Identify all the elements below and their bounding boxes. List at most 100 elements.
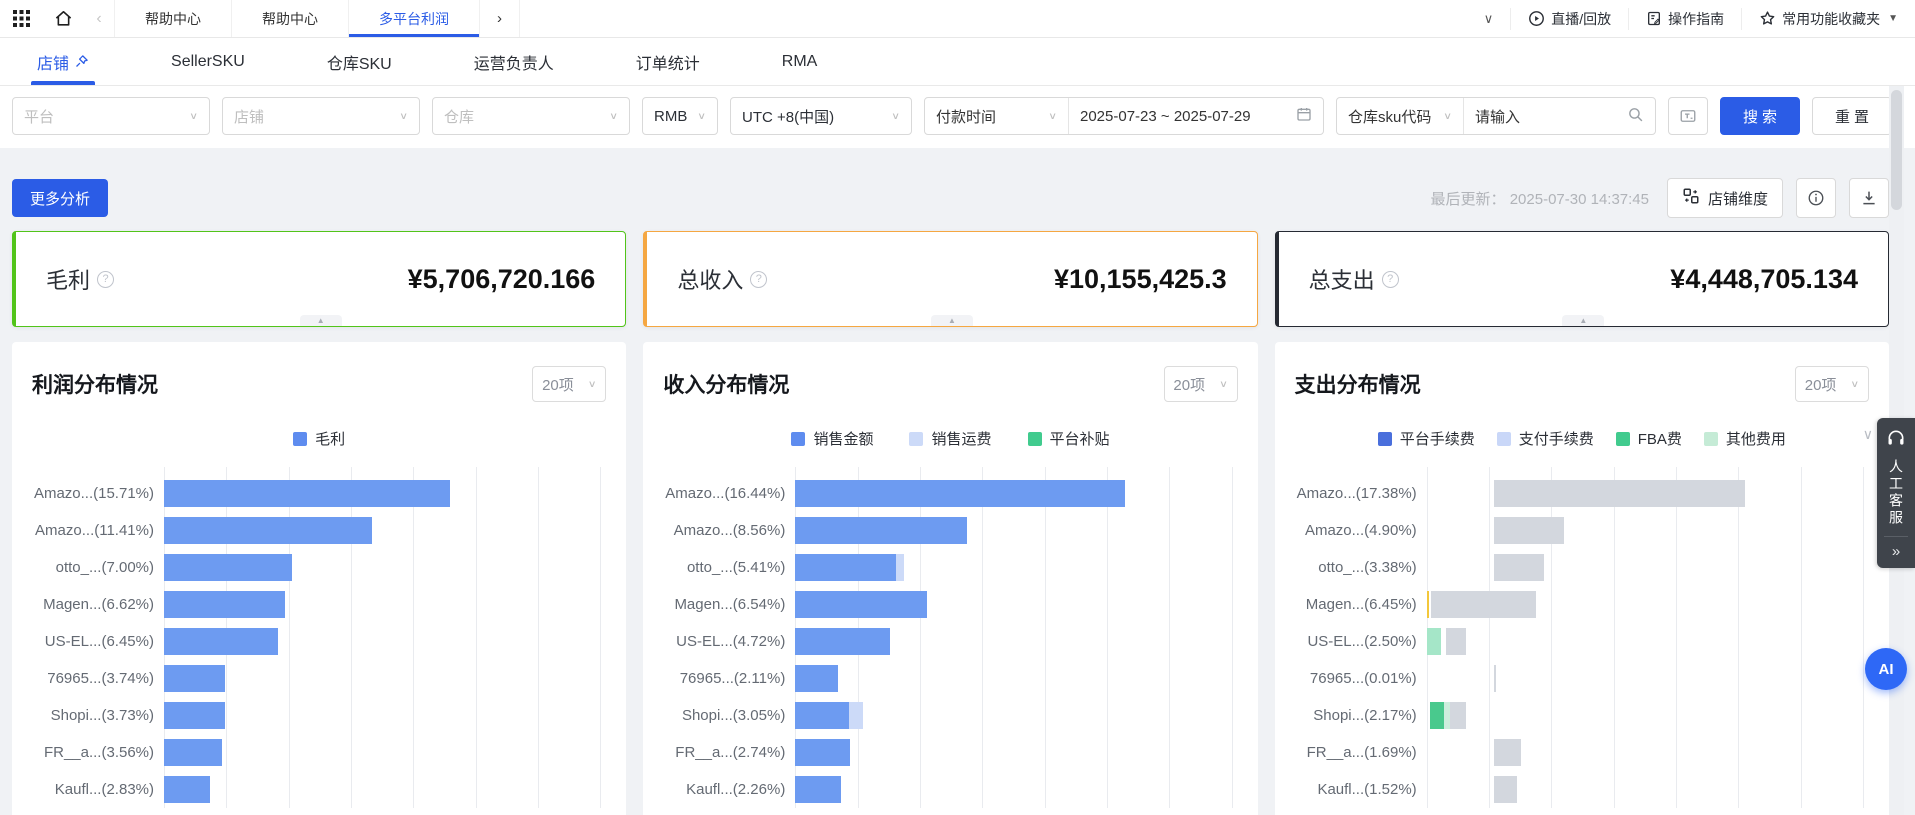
legend-item-销售金额[interactable]: 销售金额 bbox=[791, 428, 873, 449]
category-label: Magen...(6.45%) bbox=[1295, 596, 1427, 613]
tab-label: RMA bbox=[782, 53, 818, 71]
page-size-select[interactable]: 20项∨ bbox=[1164, 366, 1238, 402]
window-tab-1[interactable]: 帮助中心 bbox=[232, 0, 349, 37]
tab-scroll-right-icon[interactable]: › bbox=[480, 0, 520, 37]
tab-店铺[interactable]: 店铺 bbox=[37, 38, 89, 85]
legend-item-毛利[interactable]: 毛利 bbox=[293, 428, 345, 449]
customer-service-label: 人工客服 bbox=[1886, 459, 1906, 527]
guide-doc-icon bbox=[1646, 10, 1662, 27]
ai-assistant-button[interactable]: AI bbox=[1865, 648, 1907, 690]
tab-订单统计[interactable]: 订单统计 bbox=[636, 38, 700, 85]
sku-search-group: 仓库sku代码 ∨ 请输入 bbox=[1336, 97, 1656, 135]
chart-row: US-EL...(4.72%) bbox=[663, 623, 1237, 660]
category-label: Amazo...(11.41%) bbox=[32, 522, 164, 539]
legend-item-平台手续费[interactable]: 平台手续费 bbox=[1378, 428, 1475, 449]
legend-item-其他费用[interactable]: 其他费用 bbox=[1704, 428, 1786, 449]
kpi-collapse-toggle[interactable]: ▲ bbox=[1562, 315, 1604, 326]
legend-label: 销售金额 bbox=[813, 428, 873, 449]
topbar-action-label: 直播/回放 bbox=[1551, 9, 1611, 29]
customer-service-widget[interactable]: 人工客服 » bbox=[1877, 418, 1915, 568]
bar-track bbox=[795, 665, 1231, 692]
legend-swatch bbox=[791, 432, 805, 446]
legend-item-FBA费[interactable]: FBA费 bbox=[1616, 428, 1682, 449]
time-type-select[interactable]: 付款时间 ∨ bbox=[925, 98, 1068, 134]
bar-segment bbox=[164, 480, 450, 507]
reset-button[interactable]: 重置 bbox=[1812, 97, 1892, 135]
collapse-chevrons-icon[interactable]: » bbox=[1892, 541, 1900, 562]
chart-row: Amazo...(17.38%) bbox=[1295, 475, 1869, 512]
help-icon[interactable]: ? bbox=[1382, 271, 1399, 288]
bar-segment bbox=[795, 554, 895, 581]
topbar-action-1[interactable]: 直播/回放 bbox=[1510, 8, 1628, 30]
topbar-action-3[interactable]: 常用功能收藏夹▼ bbox=[1741, 8, 1915, 30]
help-icon[interactable]: ? bbox=[750, 271, 767, 288]
category-label: Shopi...(2.17%) bbox=[1295, 707, 1427, 724]
kpi-collapse-toggle[interactable]: ▲ bbox=[931, 315, 973, 326]
kpi-value: ¥10,155,425.3 bbox=[1054, 264, 1227, 295]
kpi-card-0: 毛利?¥5,706,720.166▲ bbox=[12, 231, 626, 327]
window-tab-0[interactable]: 帮助中心 bbox=[114, 0, 232, 37]
search-button[interactable]: 搜索 bbox=[1720, 97, 1800, 135]
chevron-down-icon: ∨ bbox=[891, 110, 900, 121]
bar-segment bbox=[1494, 517, 1564, 544]
bar-segment bbox=[1450, 702, 1466, 729]
legend-item-销售运费[interactable]: 销售运费 bbox=[909, 428, 991, 449]
chart-row: otto_...(7.00%) bbox=[32, 549, 606, 586]
download-button[interactable] bbox=[1849, 178, 1889, 218]
chart-row: FR__a...(3.56%) bbox=[32, 734, 606, 771]
apps-grid-icon[interactable] bbox=[0, 0, 42, 37]
legend-label: 支付手续费 bbox=[1519, 428, 1594, 449]
kpi-value: ¥4,448,705.134 bbox=[1670, 264, 1858, 295]
keyword-input[interactable]: 请输入 bbox=[1464, 98, 1655, 134]
bar-track bbox=[164, 665, 600, 692]
header-collapse-icon[interactable]: ∨ bbox=[1467, 8, 1511, 30]
tab-RMA[interactable]: RMA bbox=[782, 38, 818, 85]
bar-segment bbox=[795, 739, 850, 766]
page-size-value: 20项 bbox=[1173, 374, 1205, 395]
topbar-action-2[interactable]: 操作指南 bbox=[1628, 8, 1741, 30]
dimension-switch-button[interactable]: 店铺维度 bbox=[1667, 178, 1783, 218]
bar-segment bbox=[795, 665, 837, 692]
store-select[interactable]: 店铺 ∨ bbox=[222, 97, 420, 135]
play-circle-icon bbox=[1528, 10, 1545, 27]
platform-select[interactable]: 平台 ∨ bbox=[12, 97, 210, 135]
bar-track bbox=[795, 554, 1231, 581]
category-label: FR__a...(3.56%) bbox=[32, 744, 164, 761]
batch-input-button[interactable] bbox=[1668, 97, 1708, 135]
window-tabs: 帮助中心 帮助中心 多平台利润 bbox=[114, 0, 480, 37]
chart-row: US-EL...(2.50%) bbox=[1295, 623, 1869, 660]
tab-scroll-left-icon[interactable]: ‹ bbox=[84, 0, 114, 37]
timezone-select[interactable]: UTC +8(中国) ∨ bbox=[730, 97, 912, 135]
legend-item-支付手续费[interactable]: 支付手续费 bbox=[1497, 428, 1594, 449]
legend-collapse-icon[interactable]: ∨ bbox=[1863, 426, 1873, 443]
date-range-input[interactable]: 2025-07-23 ~ 2025-07-29 bbox=[1069, 98, 1323, 134]
bar-track bbox=[164, 480, 600, 507]
more-analysis-button[interactable]: 更多分析 bbox=[12, 179, 108, 217]
chart-row: Amazo...(16.44%) bbox=[663, 475, 1237, 512]
tab-运营负责人[interactable]: 运营负责人 bbox=[474, 38, 554, 85]
page-size-select[interactable]: 20项∨ bbox=[532, 366, 606, 402]
currency-select[interactable]: RMB ∨ bbox=[642, 97, 718, 135]
tab-label: 仓库SKU bbox=[327, 50, 392, 74]
sku-type-select[interactable]: 仓库sku代码 ∨ bbox=[1337, 98, 1463, 134]
help-icon[interactable]: ? bbox=[97, 271, 114, 288]
legend-label: FBA费 bbox=[1638, 428, 1682, 449]
window-tab-label: 帮助中心 bbox=[262, 9, 318, 29]
tab-SellerSKU[interactable]: SellerSKU bbox=[171, 38, 245, 85]
chevron-down-icon: ∨ bbox=[1048, 110, 1057, 121]
window-tab-2[interactable]: 多平台利润 bbox=[349, 0, 480, 37]
tab-仓库SKU[interactable]: 仓库SKU bbox=[327, 38, 392, 85]
kpi-collapse-toggle[interactable]: ▲ bbox=[300, 315, 342, 326]
home-icon[interactable] bbox=[42, 0, 84, 37]
dimension-tabs: 店铺 SellerSKU 仓库SKU 运营负责人 订单统计 RMA bbox=[0, 38, 1915, 86]
scrollbar-thumb[interactable] bbox=[1891, 90, 1902, 210]
page-size-select[interactable]: 20项∨ bbox=[1795, 366, 1869, 402]
info-button[interactable] bbox=[1796, 178, 1836, 218]
bar-track bbox=[1427, 739, 1863, 766]
legend-swatch bbox=[1378, 432, 1392, 446]
bar-segment bbox=[164, 776, 210, 803]
topbar-action-label: 操作指南 bbox=[1668, 9, 1724, 29]
legend-item-平台补贴[interactable]: 平台补贴 bbox=[1028, 428, 1110, 449]
warehouse-select[interactable]: 仓库 ∨ bbox=[432, 97, 630, 135]
chart-card-2: 支出分布情况20项∨平台手续费支付手续费FBA费其他费用∨Amazo...(17… bbox=[1275, 342, 1889, 815]
